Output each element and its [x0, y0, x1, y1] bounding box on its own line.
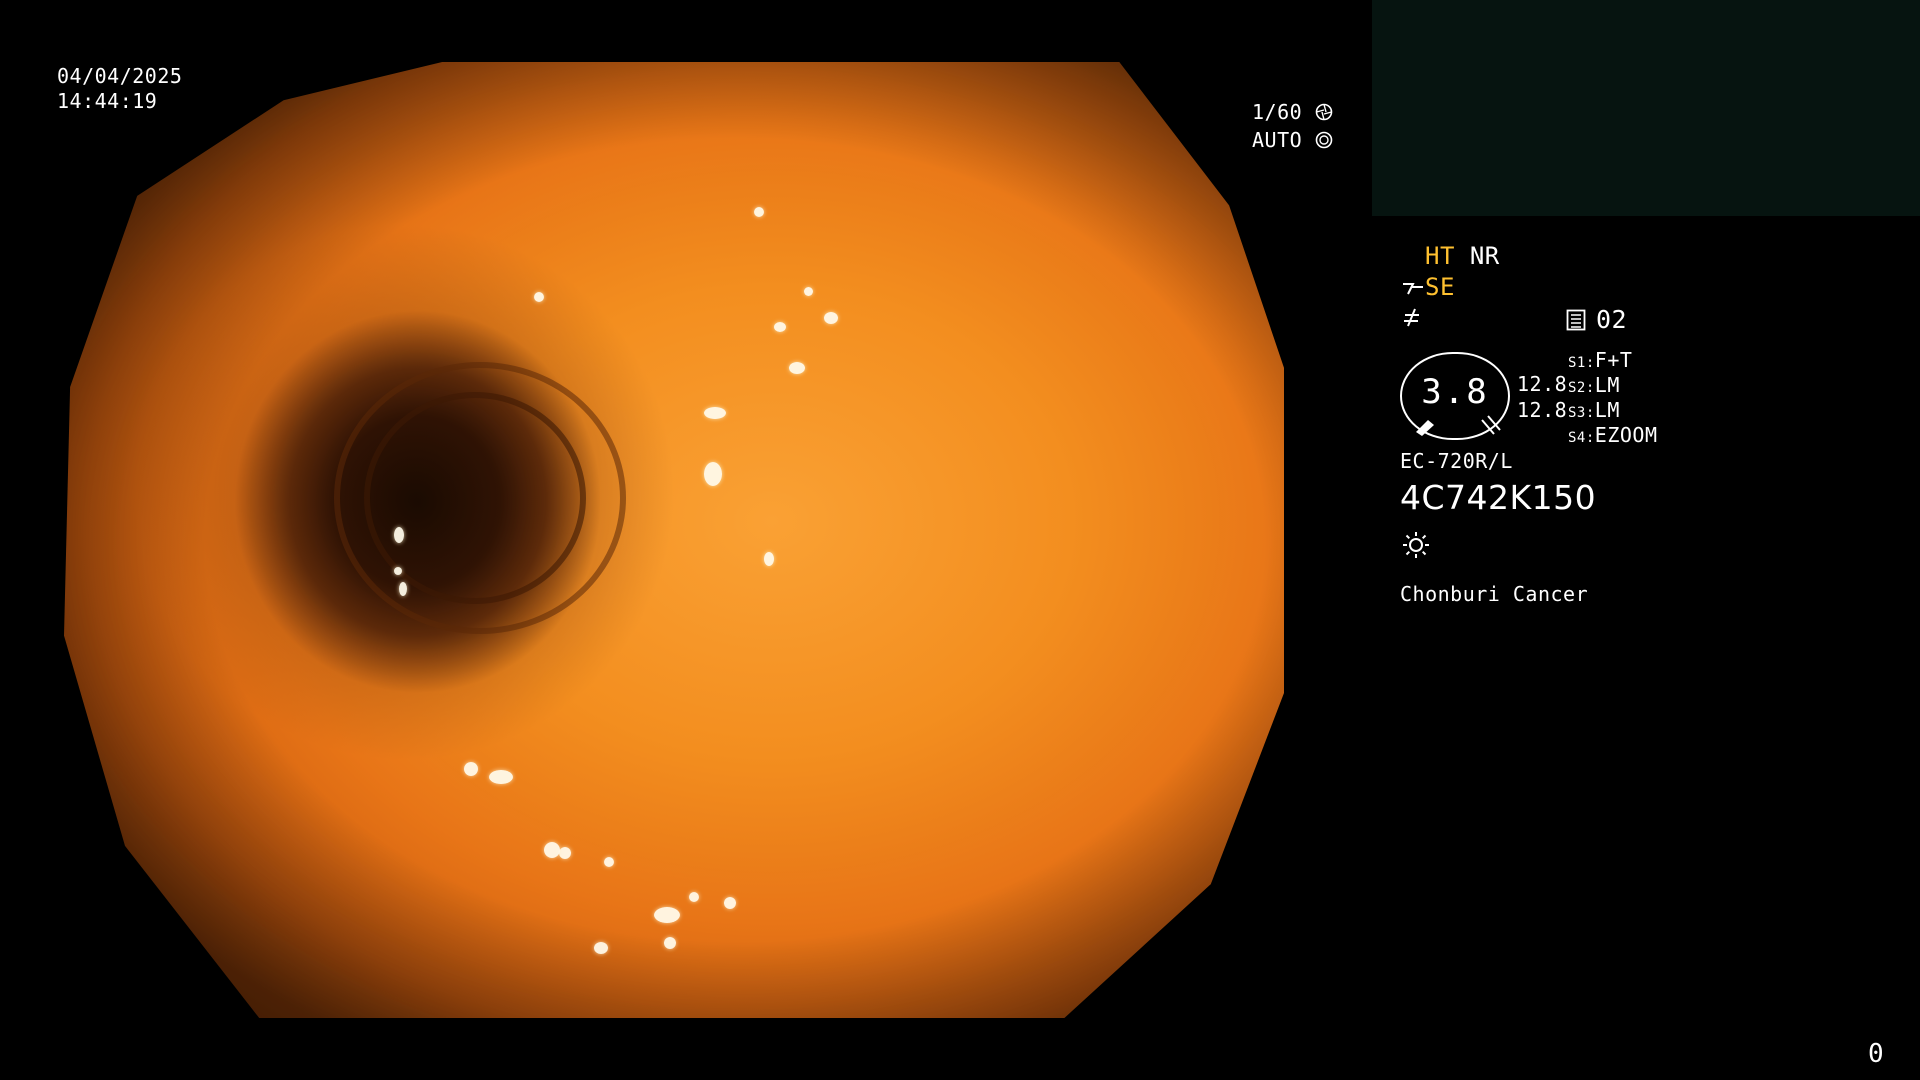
time-text: 14:44:19: [57, 89, 158, 113]
highlight: [534, 292, 544, 302]
gauge-reading-top: 12.8: [1517, 372, 1568, 396]
nr-mode: NR: [1469, 242, 1500, 270]
endoscope-view: [64, 62, 1284, 1018]
switch-row-2: S2:LM: [1568, 373, 1620, 397]
iris-text: AUTO: [1252, 128, 1303, 152]
gauge-reading-bottom: 12.8: [1517, 398, 1568, 422]
highlight: [594, 942, 608, 954]
highlight: [489, 770, 513, 784]
highlight: [824, 312, 838, 324]
date-text: 04/04/2025: [57, 64, 183, 88]
highlight: [399, 582, 407, 596]
switch-row-4: S4:EZOOM: [1568, 423, 1658, 447]
highlight: [654, 907, 680, 923]
gauge-markers-icon: [1416, 415, 1501, 436]
scope-model: EC-720R/L: [1400, 449, 1513, 473]
highlight: [604, 857, 614, 867]
color-enhance-icon: [1404, 308, 1419, 327]
shutter-text: 1/60: [1252, 100, 1303, 124]
thumbnail-panel: [1372, 0, 1920, 216]
switch-row-3: S3:LM: [1568, 398, 1620, 422]
highlight: [394, 567, 402, 575]
highlight: [464, 762, 478, 776]
memory-value: 02: [1596, 305, 1628, 334]
highlight: [754, 207, 764, 217]
structure-enhance-icon: [1403, 283, 1423, 295]
insertion-gauge: 3.8: [1400, 352, 1510, 440]
memory-card-icon: [1566, 309, 1586, 331]
sun-icon: [1403, 532, 1429, 558]
highlight: [704, 407, 726, 419]
highlight: [544, 842, 560, 858]
mode-row: HT NR: [1425, 244, 1500, 269]
aperture-icon: [1315, 103, 1333, 121]
highlight: [689, 892, 699, 902]
highlight: [664, 937, 676, 949]
se-mode: SE: [1425, 273, 1455, 301]
shutter-indicator: 1/60: [1252, 100, 1333, 125]
gauge-value: 3.8: [1421, 372, 1489, 412]
highlight: [394, 527, 404, 543]
iris-icon: [1315, 131, 1333, 149]
highlight: [804, 287, 813, 296]
highlight: [724, 897, 736, 909]
highlight: [774, 322, 786, 332]
highlight: [704, 462, 722, 486]
scope-serial: 4C742K150: [1400, 478, 1597, 517]
highlight: [764, 552, 774, 566]
highlight: [789, 362, 805, 374]
switch-row-1: S1:F+T: [1568, 348, 1633, 372]
ht-mode: HT: [1425, 242, 1455, 270]
institution-name: Chonburi Cancer: [1400, 582, 1589, 606]
vignette: [64, 62, 1284, 1018]
iris-indicator: AUTO: [1252, 128, 1333, 153]
highlight: [559, 847, 571, 859]
frame-counter: 0: [1868, 1039, 1885, 1069]
